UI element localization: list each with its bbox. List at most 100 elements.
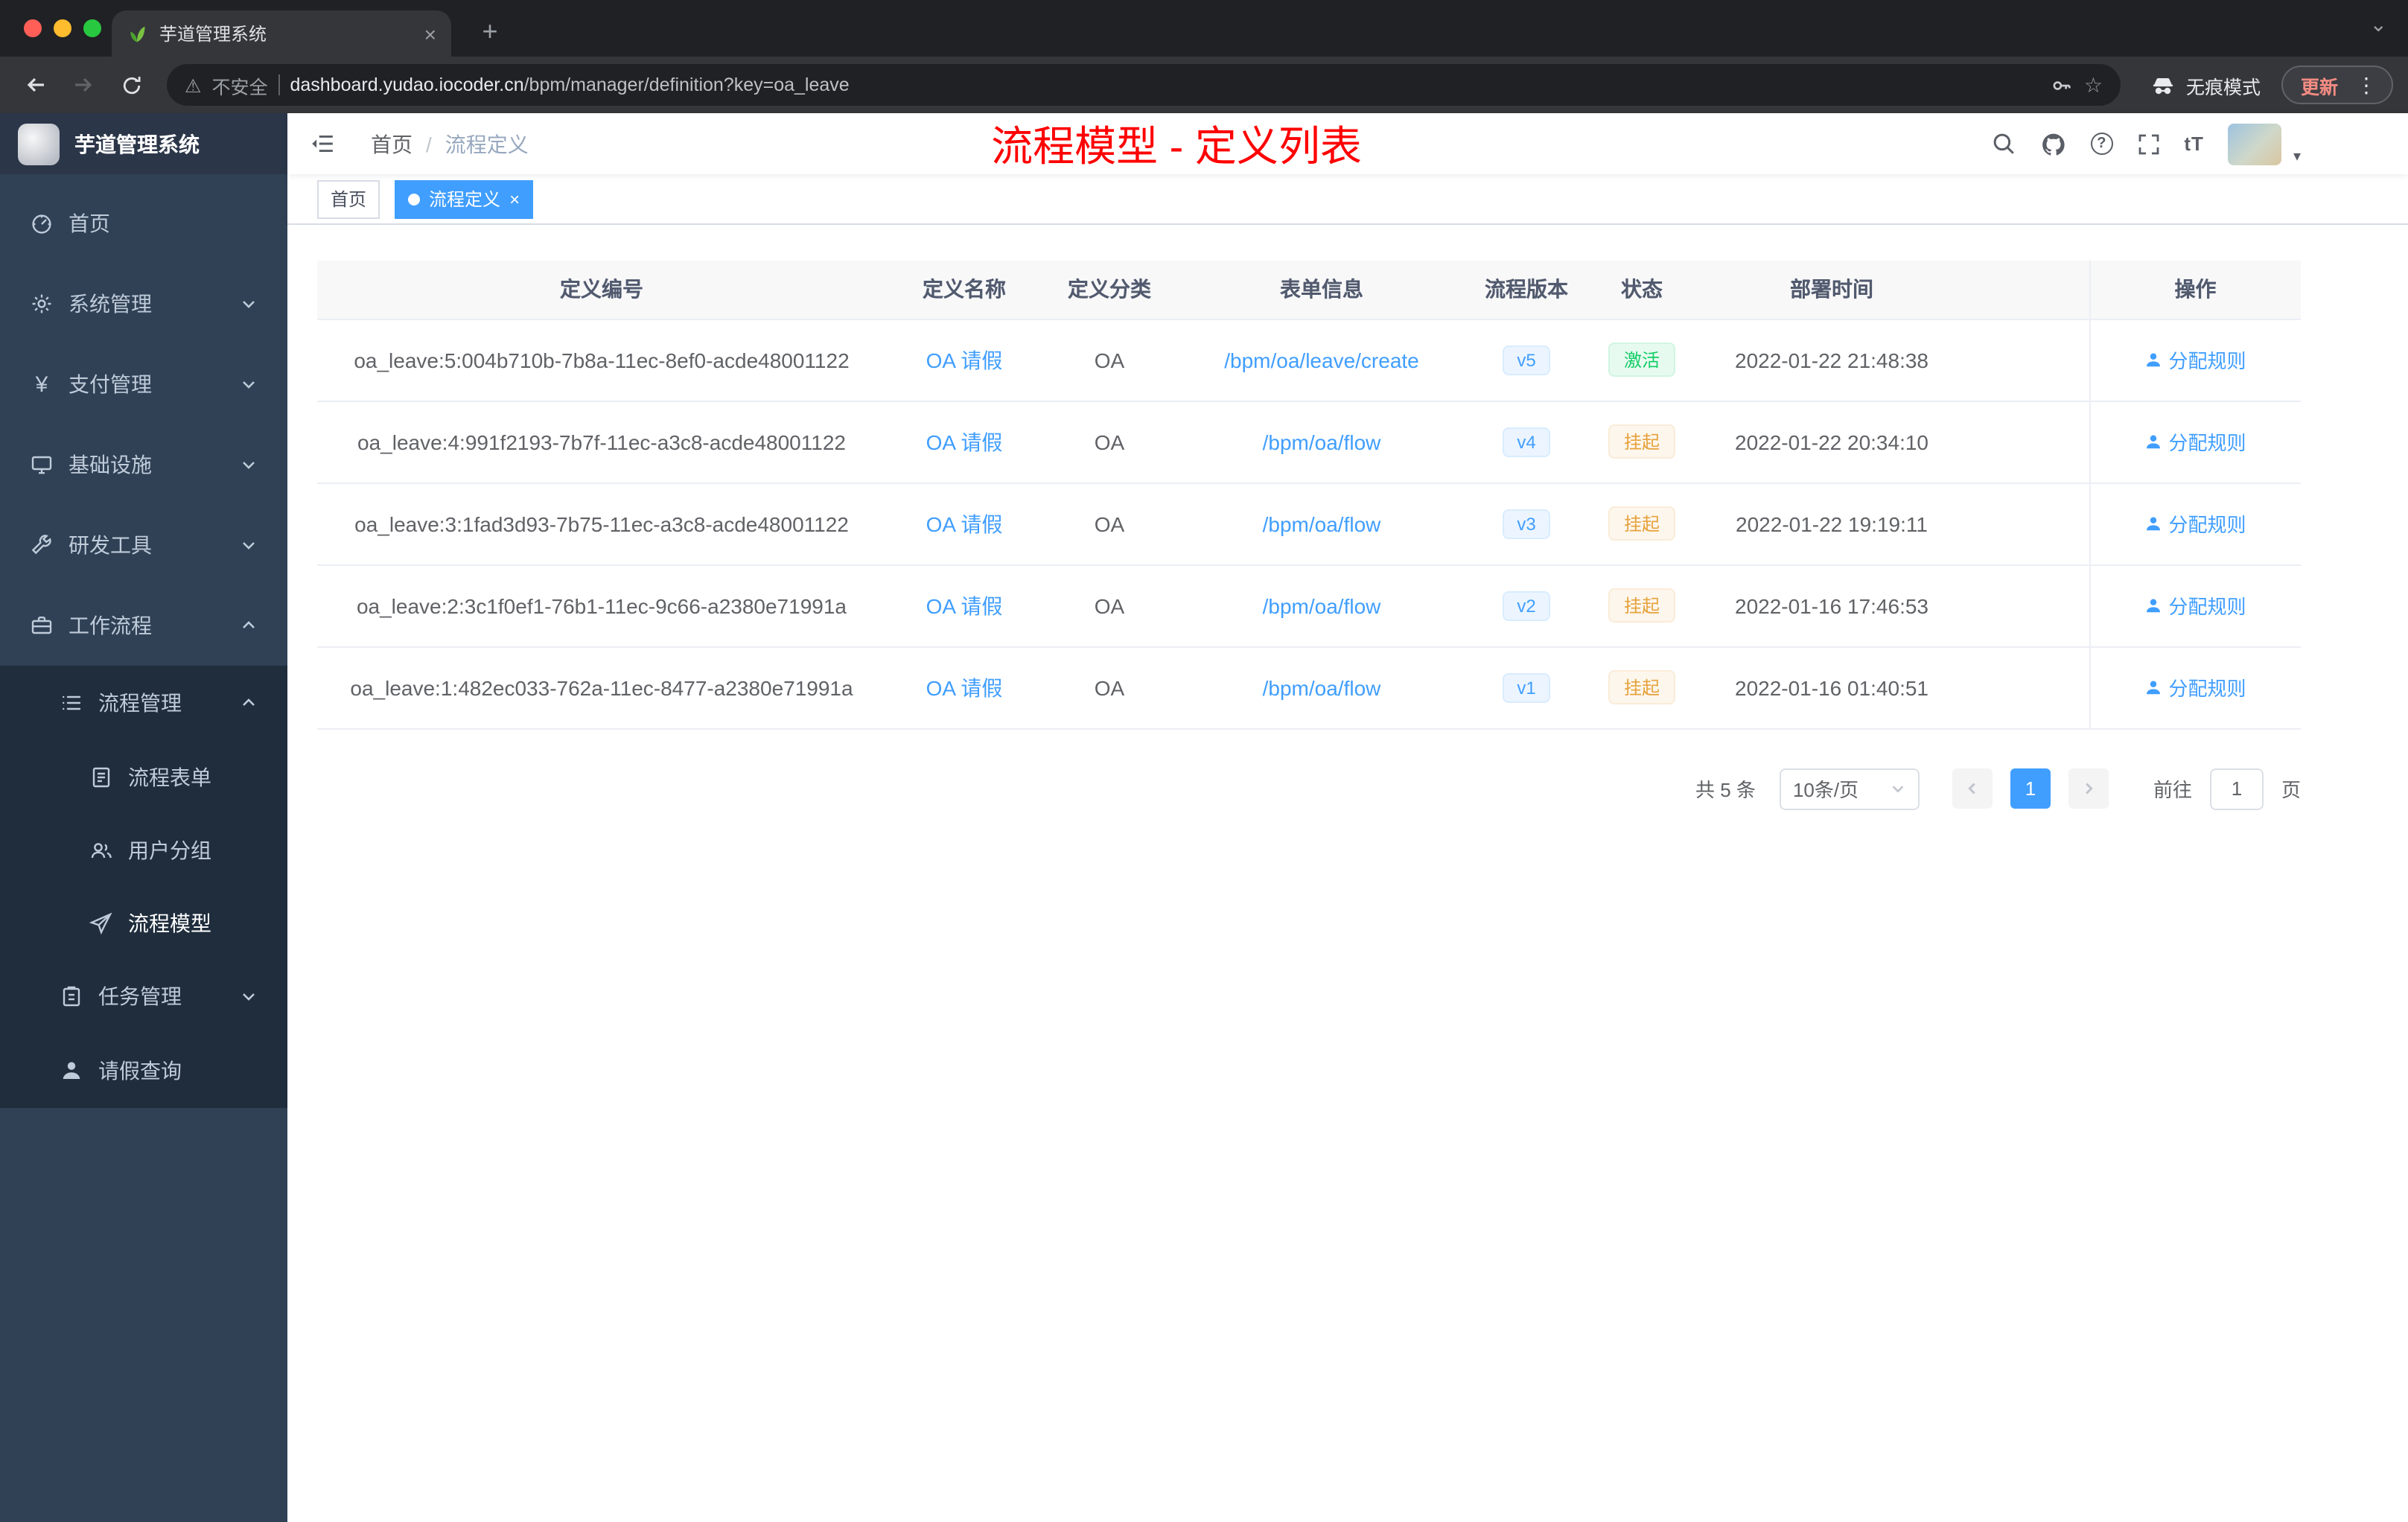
table-row: oa_leave:4:991f2193-7b7f-11ec-a3c8-acde4… — [317, 401, 2301, 483]
col-deploy-time: 部署时间 — [1698, 261, 1966, 319]
sidebar-item-system[interactable]: 系统管理 — [0, 264, 287, 344]
gear-icon — [30, 292, 54, 316]
password-key-icon[interactable] — [2051, 74, 2074, 96]
fullscreen-icon[interactable] — [2136, 132, 2160, 156]
search-icon[interactable] — [1990, 131, 2016, 156]
close-window-button[interactable] — [24, 19, 42, 37]
security-warning-icon: ⚠ — [185, 75, 202, 96]
form-link[interactable]: /bpm/oa/flow — [1263, 675, 1381, 699]
sidebar-item-label: 用户分组 — [128, 838, 211, 862]
minimize-window-button[interactable] — [54, 19, 71, 37]
paper-plane-icon — [89, 911, 113, 934]
definition-name-link[interactable]: OA 请假 — [926, 593, 1003, 617]
sidebar-item-label: 基础设施 — [69, 453, 152, 477]
sidebar-item-payment[interactable]: ¥ 支付管理 — [0, 344, 287, 424]
forward-icon[interactable] — [63, 64, 104, 106]
sidebar-logo[interactable]: 芋道管理系统 — [0, 113, 287, 174]
assign-rule-link[interactable]: 分配规则 — [2144, 591, 2246, 620]
sidebar-item-label: 系统管理 — [69, 292, 152, 316]
tags-view: 首页 流程定义 × — [287, 174, 2408, 225]
browser-tab[interactable]: 芋道管理系统 × — [112, 10, 451, 57]
main-area: 首页 / 流程定义 流程模型 - 定义列表 ? tT ▾ 首页 流程定义 × 定… — [287, 113, 2408, 1522]
logo-title: 芋道管理系统 — [74, 132, 200, 156]
security-label[interactable]: 不安全 — [211, 71, 267, 99]
definition-name-link[interactable]: OA 请假 — [926, 512, 1003, 535]
goto-suffix: 页 — [2281, 779, 2301, 801]
assign-rule-link[interactable]: 分配规则 — [2144, 427, 2246, 456]
browser-tabstrip: 芋道管理系统 × + ⌄ — [0, 0, 2408, 57]
sidebar-item-process-form[interactable]: 流程表单 — [0, 740, 287, 813]
definition-category: OA — [1042, 483, 1176, 565]
help-icon[interactable]: ? — [2090, 133, 2113, 155]
zoom-window-button[interactable] — [83, 19, 101, 37]
assign-rule-link[interactable]: 分配规则 — [2144, 346, 2246, 374]
font-size-icon[interactable]: tT — [2184, 133, 2204, 155]
form-link[interactable]: /bpm/oa/flow — [1263, 512, 1381, 535]
wrench-icon — [30, 533, 54, 557]
breadcrumb-current: 流程定义 — [445, 132, 529, 156]
sidebar-item-label: 流程管理 — [98, 691, 182, 715]
version-badge: v3 — [1502, 509, 1551, 538]
back-icon[interactable] — [15, 64, 57, 106]
page-size-select[interactable]: 10条/页 — [1779, 768, 1920, 809]
address-bar[interactable]: ⚠ 不安全 dashboard.yudao.iocoder.cn/bpm/man… — [167, 64, 2121, 106]
sidebar-item-label: 流程表单 — [128, 765, 211, 789]
bookmark-star-icon[interactable]: ☆ — [2084, 72, 2103, 98]
col-actions: 操作 — [2089, 261, 2301, 319]
prev-page-button[interactable] — [1952, 768, 1993, 809]
breadcrumb-home[interactable]: 首页 — [371, 129, 413, 159]
definition-name-link[interactable]: OA 请假 — [926, 348, 1003, 372]
logo-avatar — [18, 123, 60, 165]
sidebar-collapse-icon[interactable] — [287, 131, 357, 156]
definition-id: oa_leave:3:1fad3d93-7b75-11ec-a3c8-acde4… — [317, 483, 886, 565]
browser-menu-icon[interactable]: ⋮ — [2350, 72, 2383, 98]
assign-rule-link[interactable]: 分配规则 — [2144, 673, 2246, 701]
chevron-down-icon — [240, 375, 258, 393]
chevron-up-icon — [240, 617, 258, 634]
tab-close-icon[interactable]: × — [424, 22, 436, 45]
sidebar-item-task-mgmt[interactable]: 任务管理 — [0, 959, 287, 1034]
form-link[interactable]: /bpm/oa/flow — [1263, 593, 1381, 617]
definition-category: OA — [1042, 564, 1176, 647]
table-header-row: 定义编号 定义名称 定义分类 表单信息 流程版本 状态 部署时间 操作 — [317, 261, 2301, 319]
update-chrome-button[interactable]: 更新 ⋮ — [2281, 66, 2393, 104]
sidebar-item-infrastructure[interactable]: 基础设施 — [0, 424, 287, 505]
goto-page-input[interactable] — [2209, 768, 2264, 809]
github-icon[interactable] — [2039, 130, 2066, 157]
form-link[interactable]: /bpm/oa/leave/create — [1224, 348, 1419, 372]
page-size-value: 10条/页 — [1792, 779, 1859, 801]
definition-name-link[interactable]: OA 请假 — [926, 675, 1003, 699]
sidebar-item-user-group[interactable]: 用户分组 — [0, 813, 287, 886]
assign-rule-link[interactable]: 分配规则 — [2144, 509, 2246, 538]
incognito-label: 无痕模式 — [2185, 77, 2261, 98]
sidebar-item-devtools[interactable]: 研发工具 — [0, 505, 287, 585]
sidebar-item-process-mgmt[interactable]: 流程管理 — [0, 666, 287, 740]
reload-icon[interactable] — [110, 64, 152, 106]
sidebar-item-home[interactable]: 首页 — [0, 183, 287, 264]
avatar[interactable] — [2227, 123, 2281, 165]
sidebar-item-label: 任务管理 — [98, 984, 182, 1008]
favicon-leaf-icon — [127, 23, 147, 44]
tab-search-chevron-icon[interactable]: ⌄ — [2370, 12, 2387, 37]
tag-close-icon[interactable]: × — [509, 190, 520, 208]
page-1-button[interactable]: 1 — [2010, 768, 2051, 809]
new-tab-button[interactable]: + — [471, 12, 509, 51]
version-badge: v1 — [1502, 672, 1551, 702]
avatar-caret-icon[interactable]: ▾ — [2293, 149, 2301, 165]
table-row: oa_leave:3:1fad3d93-7b75-11ec-a3c8-acde4… — [317, 483, 2301, 565]
definition-name-link[interactable]: OA 请假 — [926, 430, 1003, 453]
sidebar-item-leave-query[interactable]: 请假查询 — [0, 1034, 287, 1108]
form-link[interactable]: /bpm/oa/flow — [1263, 430, 1381, 453]
next-page-button[interactable] — [2068, 768, 2109, 809]
col-definition-name: 定义名称 — [886, 261, 1042, 319]
omnibox-divider — [278, 74, 280, 95]
sidebar-item-process-model[interactable]: 流程模型 — [0, 886, 287, 959]
chevron-down-icon — [240, 987, 258, 1005]
sidebar-item-label: 工作流程 — [69, 614, 152, 637]
status-badge: 挂起 — [1608, 424, 1675, 459]
person-icon — [60, 1059, 83, 1083]
tag-process-definition[interactable]: 流程定义 × — [395, 179, 534, 218]
tag-home[interactable]: 首页 — [317, 179, 380, 218]
definition-id: oa_leave:4:991f2193-7b7f-11ec-a3c8-acde4… — [317, 401, 886, 483]
sidebar-item-workflow[interactable]: 工作流程 — [0, 585, 287, 666]
